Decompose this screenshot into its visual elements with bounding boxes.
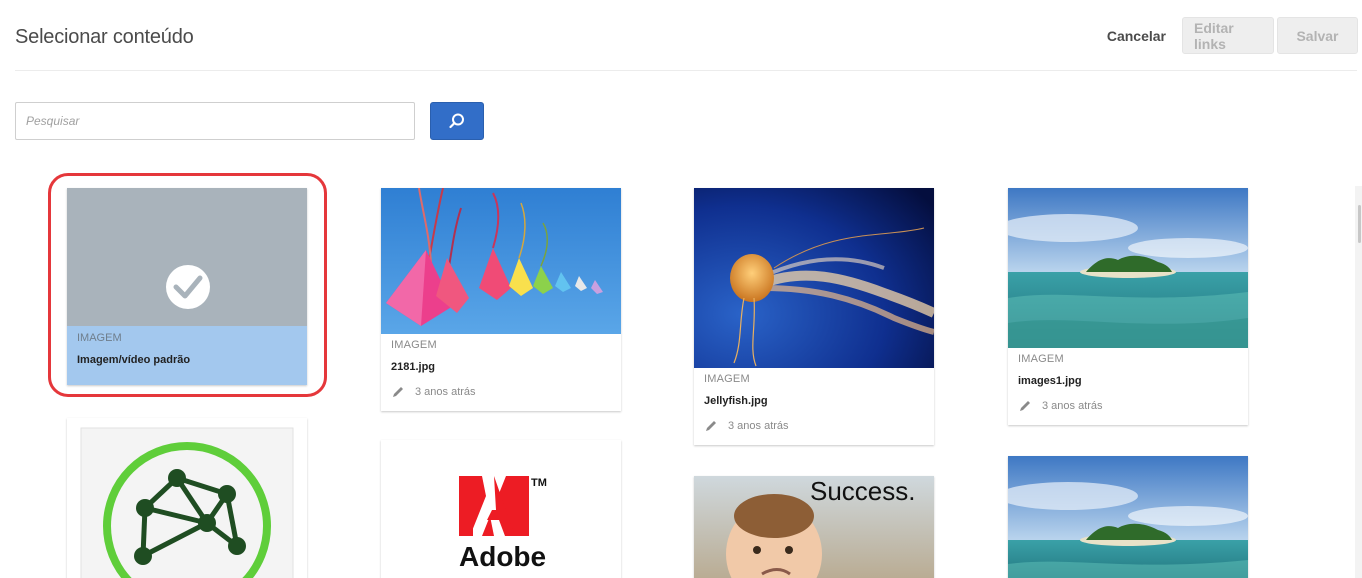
asset-thumbnail	[1008, 188, 1248, 348]
header-actions: Cancelar Editar links Salvar	[1107, 17, 1358, 54]
asset-modified: 3 anos atrás	[1018, 399, 1238, 425]
asset-card-jellyfish[interactable]: IMAGEM Jellyfish.jpg 3 anos atrás	[694, 188, 934, 445]
asset-thumbnail	[67, 188, 307, 326]
asset-modified-text: 3 anos atrás	[1042, 400, 1103, 412]
asset-name: Imagem/vídeo padrão	[77, 354, 191, 366]
asset-card-images1[interactable]: IMAGEM images1.jpg 3 anos atrás	[1008, 188, 1248, 425]
asset-thumbnail: Success.	[694, 476, 934, 578]
asset-thumbnail: TM Adobe	[381, 440, 621, 578]
asset-thumbnail	[1008, 456, 1248, 578]
asset-thumbnail	[381, 188, 621, 334]
search-icon	[449, 113, 464, 129]
asset-name: Jellyfish.jpg	[704, 395, 768, 407]
asset-card-success-meme[interactable]: Success.	[694, 476, 934, 578]
pencil-icon	[1020, 401, 1030, 411]
cancel-button[interactable]: Cancelar	[1107, 28, 1166, 44]
asset-meta: IMAGEM images1.jpg 3 anos atrás	[1008, 348, 1248, 425]
asset-modified: 3 anos atrás	[391, 385, 611, 411]
scrollbar-track[interactable]	[1355, 186, 1362, 578]
asset-name: images1.jpg	[1018, 375, 1082, 387]
save-button[interactable]: Salvar	[1277, 17, 1358, 54]
pencil-icon	[393, 387, 403, 397]
page-title: Selecionar conteúdo	[15, 26, 194, 48]
asset-card-2181[interactable]: IMAGEM 2181.jpg 3 anos atrás	[381, 188, 621, 411]
asset-type: IMAGEM	[704, 373, 750, 385]
adobe-logo-wordmark: Adobe	[459, 541, 546, 572]
scrollbar-thumb[interactable]	[1358, 205, 1361, 243]
asset-type: IMAGEM	[77, 332, 122, 344]
asset-card-network-logo[interactable]	[67, 418, 307, 578]
asset-meta: IMAGEM Jellyfish.jpg 3 anos atrás	[694, 368, 934, 445]
header-divider	[15, 70, 1357, 71]
edit-links-button[interactable]: Editar links	[1182, 17, 1274, 54]
asset-modified: 3 anos atrás	[704, 419, 924, 445]
adobe-logo-tm: TM	[531, 477, 547, 489]
checkmark-icon	[166, 265, 210, 309]
asset-name: 2181.jpg	[391, 361, 436, 373]
asset-meta: IMAGEM Imagem/vídeo padrão	[67, 326, 307, 385]
search-input[interactable]	[15, 102, 415, 140]
success-image-caption: Success.	[810, 476, 916, 506]
asset-thumbnail	[67, 418, 307, 578]
asset-modified-text: 3 anos atrás	[728, 420, 789, 432]
asset-card-default[interactable]: IMAGEM Imagem/vídeo padrão	[67, 188, 307, 385]
asset-card-adobe-logo[interactable]: TM Adobe	[381, 440, 621, 578]
asset-modified-text: 3 anos atrás	[415, 386, 476, 398]
asset-type: IMAGEM	[391, 339, 437, 351]
pencil-icon	[706, 421, 716, 431]
asset-meta: IMAGEM 2181.jpg 3 anos atrás	[381, 334, 621, 411]
asset-thumbnail	[694, 188, 934, 368]
search-button[interactable]	[430, 102, 484, 140]
dialog-header: Selecionar conteúdo Cancelar Editar link…	[0, 0, 1362, 72]
asset-card-island-2[interactable]	[1008, 456, 1248, 578]
asset-type: IMAGEM	[1018, 353, 1064, 365]
